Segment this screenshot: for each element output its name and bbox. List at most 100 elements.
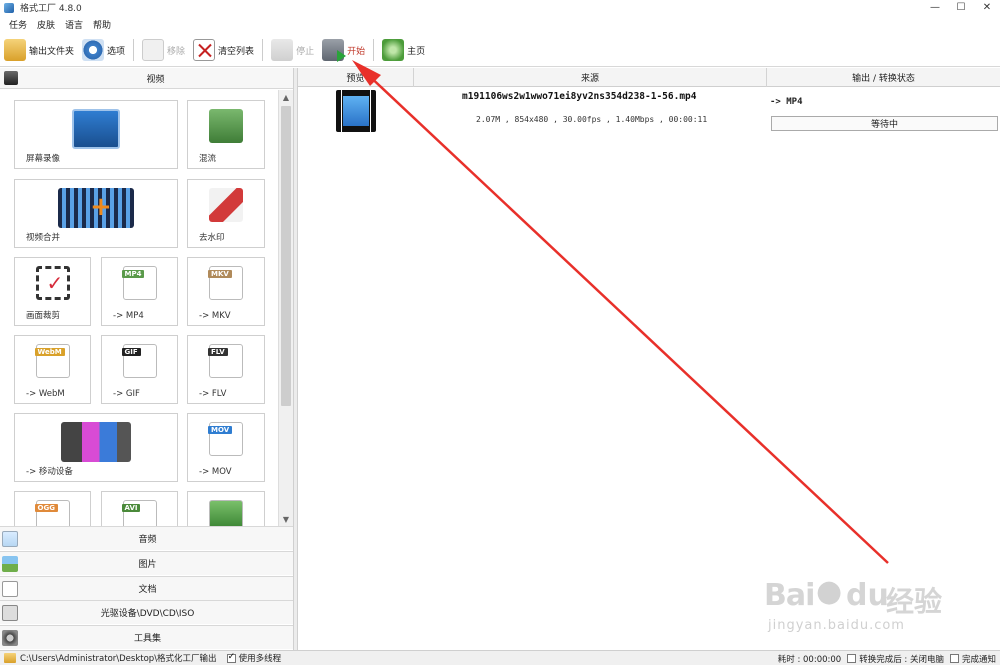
scroll-down-icon[interactable]: ▼: [279, 512, 293, 526]
format-tag: MKV: [208, 270, 232, 278]
menu-language[interactable]: 语言: [65, 18, 83, 31]
watermark-brand-left: Bai: [764, 578, 815, 613]
stop-icon: [271, 39, 294, 61]
maximize-button[interactable]: ☐: [948, 0, 974, 15]
tile-label: -> GIF: [113, 389, 140, 399]
document-icon: [2, 580, 18, 597]
category-tools[interactable]: 工具集: [0, 625, 293, 649]
app-icon: [4, 2, 14, 13]
title-bar: 格式工厂 4.8.0 — ☐ ✕: [0, 0, 1000, 15]
close-button[interactable]: ✕: [974, 0, 1000, 15]
webm-file-icon: WebM: [34, 344, 70, 378]
category-video-header[interactable]: 视频: [0, 68, 293, 89]
column-output-status[interactable]: 输出 / 转换状态: [767, 68, 1000, 87]
gear-icon: [82, 39, 105, 61]
home-button[interactable]: 主页: [378, 36, 429, 64]
column-source[interactable]: 来源: [414, 68, 767, 87]
toolbar-divider: [373, 39, 375, 61]
remove-icon: [142, 39, 165, 61]
task-filename: m191106ws2w1wwo71ei8yv2ns354d238-1-56.mp…: [462, 91, 697, 102]
watermark-brand-right: 经验: [886, 585, 943, 618]
category-image[interactable]: 图片: [0, 551, 293, 575]
column-preview[interactable]: 预览: [298, 68, 414, 87]
output-folder-button[interactable]: 输出文件夹: [0, 36, 78, 64]
task-status: 等待中: [771, 116, 998, 131]
tile-to-mov[interactable]: MOV -> MOV: [187, 413, 265, 482]
tile-label: 画面裁剪: [26, 311, 61, 321]
folder-icon: [4, 39, 26, 61]
after-convert-checkbox[interactable]: [847, 654, 857, 663]
clear-list-icon: [193, 39, 216, 61]
ogg-file-icon: OGG: [34, 500, 70, 526]
clear-list-button[interactable]: 清空列表: [189, 36, 258, 64]
start-label: 开始: [347, 46, 366, 57]
video-function-grid: 屏幕录像 混流 视频合并 去水印 画面裁剪 MP4 -> MP4 MKV -> …: [0, 90, 278, 526]
scroll-up-icon[interactable]: ▲: [279, 90, 293, 104]
stop-button[interactable]: 停止: [267, 36, 318, 64]
status-bar: C:\Users\Administrator\Desktop\格式化工厂输出 使…: [0, 650, 1000, 665]
image-icon: [2, 555, 18, 572]
crop-icon: [35, 266, 70, 300]
tile-screen-record[interactable]: 屏幕录像: [14, 100, 178, 169]
category-label: 光驱设备\DVD\CD\ISO: [100, 609, 195, 619]
tile-to-ogg[interactable]: OGG: [14, 491, 91, 526]
screen-record-icon: [72, 109, 120, 149]
tile-remove-watermark[interactable]: 去水印: [187, 179, 265, 248]
notify-checkbox[interactable]: [949, 654, 959, 663]
tile-to-gif[interactable]: GIF -> GIF: [101, 335, 178, 404]
tools-icon: [2, 629, 18, 646]
wmv-file-icon: [209, 500, 243, 526]
menu-task[interactable]: 任务: [9, 18, 27, 31]
format-tag: OGG: [34, 504, 58, 512]
video-file-icon: [336, 90, 376, 132]
disc-drive-icon: [2, 604, 18, 621]
flv-file-icon: FLV: [208, 344, 243, 378]
tile-label: -> MP4: [113, 311, 144, 321]
tile-video-merge[interactable]: 视频合并: [14, 179, 178, 248]
format-tag: FLV: [208, 348, 228, 356]
toolbar-divider: [262, 39, 264, 61]
tile-crop[interactable]: 画面裁剪: [14, 257, 91, 326]
output-path[interactable]: C:\Users\Administrator\Desktop\格式化工厂输出: [20, 652, 217, 664]
scrollbar-thumb[interactable]: [281, 106, 291, 406]
menu-skin[interactable]: 皮肤: [37, 18, 55, 31]
tile-label: -> MOV: [199, 467, 232, 477]
tile-mux[interactable]: 混流: [187, 100, 265, 169]
output-folder-label: 输出文件夹: [29, 46, 75, 57]
category-video-label: 视频: [146, 74, 165, 85]
tile-to-wmv[interactable]: [187, 491, 265, 526]
format-tag: GIF: [121, 348, 141, 356]
category-document[interactable]: 文档: [0, 576, 293, 600]
task-output-format: -> MP4: [770, 97, 803, 107]
start-icon: [322, 39, 347, 62]
tile-to-mobile[interactable]: -> 移动设备: [14, 413, 178, 482]
tile-to-flv[interactable]: FLV -> FLV: [187, 335, 265, 404]
baidu-watermark: Bai ● du 经验 jingyan.baidu.com: [764, 560, 1000, 650]
format-tag: MP4: [121, 270, 145, 278]
toolbar: 输出文件夹 选项 移除 清空列表 停止 开始 主页: [0, 34, 1000, 67]
home-label: 主页: [407, 46, 426, 57]
minimize-button[interactable]: —: [922, 0, 948, 15]
tile-label: -> MKV: [199, 311, 231, 321]
remove-label: 移除: [167, 46, 186, 57]
tile-to-mp4[interactable]: MP4 -> MP4: [101, 257, 178, 326]
mov-file-icon: MOV: [208, 422, 243, 456]
remove-button[interactable]: 移除: [138, 36, 189, 64]
options-button[interactable]: 选项: [78, 36, 129, 64]
notify-label: 完成通知: [961, 654, 996, 665]
multithread-checkbox[interactable]: [226, 652, 236, 663]
mobile-device-icon: [61, 422, 131, 462]
start-button[interactable]: 开始: [318, 36, 369, 64]
tile-to-webm[interactable]: WebM -> WebM: [14, 335, 91, 404]
menu-help[interactable]: 帮助: [93, 18, 111, 31]
category-audio[interactable]: 音频: [0, 526, 293, 550]
tile-label: -> FLV: [199, 389, 227, 399]
gif-file-icon: GIF: [121, 344, 157, 378]
tile-to-mkv[interactable]: MKV -> MKV: [187, 257, 265, 326]
category-disc[interactable]: 光驱设备\DVD\CD\ISO: [0, 600, 293, 624]
elapsed-time: 耗时 : 00:00:00: [777, 654, 842, 665]
window-title: 格式工厂 4.8.0: [20, 4, 82, 14]
clear-list-label: 清空列表: [218, 46, 255, 57]
tile-grid-scrollbar[interactable]: ▲ ▼: [278, 90, 293, 526]
tile-to-avi[interactable]: AVI: [101, 491, 178, 526]
